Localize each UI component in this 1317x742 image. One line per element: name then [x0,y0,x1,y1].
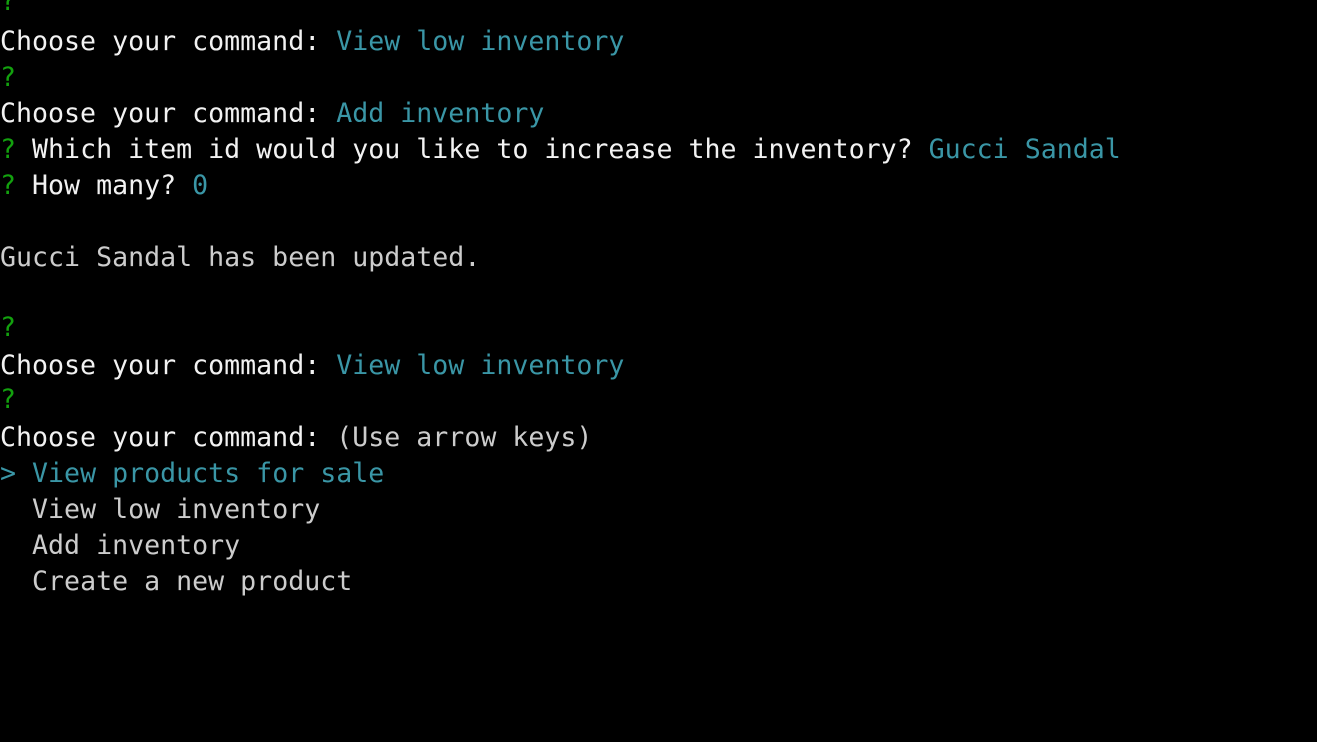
command-prompt-label: Choose your command: [0,26,337,57]
terminal-window[interactable]: ? Choose your command: View low inventor… [0,0,1317,742]
menu-option-selected[interactable]: > View products for sale [0,456,384,492]
question-mark-line: ? [0,382,16,418]
question-mark-line: ? [0,310,16,346]
arrow-keys-hint: (Use arrow keys) [336,422,593,453]
quantity-prompt-line: ? How many? 0 [0,168,208,204]
menu-option-label: Add inventory [32,530,241,561]
menu-option-add-inventory[interactable]: Add inventory [0,528,240,564]
menu-option-label: View products for sale [32,458,385,489]
item-prompt-label: Which item id would you like to increase… [32,134,929,165]
question-mark: ? [0,0,17,17]
command-prompt-line: Choose your command: Add inventory [0,96,544,132]
menu-option-label: View low inventory [32,494,321,525]
quantity-prompt-label: How many? [32,170,193,201]
menu-option-label: Create a new product [32,566,353,597]
question-mark: ? [0,134,17,165]
item-answer: Gucci Sandal [928,134,1121,165]
command-prompt-line: Choose your command: View low inventory [0,24,624,60]
question-mark: ? [0,170,17,201]
command-prompt-label: Choose your command: [0,98,337,129]
command-answer: View low inventory [336,26,625,57]
menu-option-create-product[interactable]: Create a new product [0,564,352,600]
question-mark: ? [0,312,17,343]
command-answer: View low inventory [336,350,625,381]
question-mark: ? [0,384,17,415]
update-message: Gucci Sandal has been updated. [0,242,481,273]
command-prompt-label: Choose your command: [0,350,337,381]
command-prompt-label: Choose your command: [0,422,337,453]
update-message-line: Gucci Sandal has been updated. [0,240,480,276]
pointer-icon: > [0,458,17,489]
command-answer: Add inventory [336,98,545,129]
active-prompt-line: Choose your command: (Use arrow keys) [0,420,592,456]
menu-option-view-low-inventory[interactable]: View low inventory [0,492,320,528]
quantity-answer: 0 [192,170,209,201]
command-prompt-line: Choose your command: View low inventory [0,348,624,384]
question-mark-line: ? [0,0,16,20]
item-prompt-line: ? Which item id would you like to increa… [0,132,1121,168]
question-mark-line: ? [0,60,16,96]
question-mark: ? [0,62,17,93]
